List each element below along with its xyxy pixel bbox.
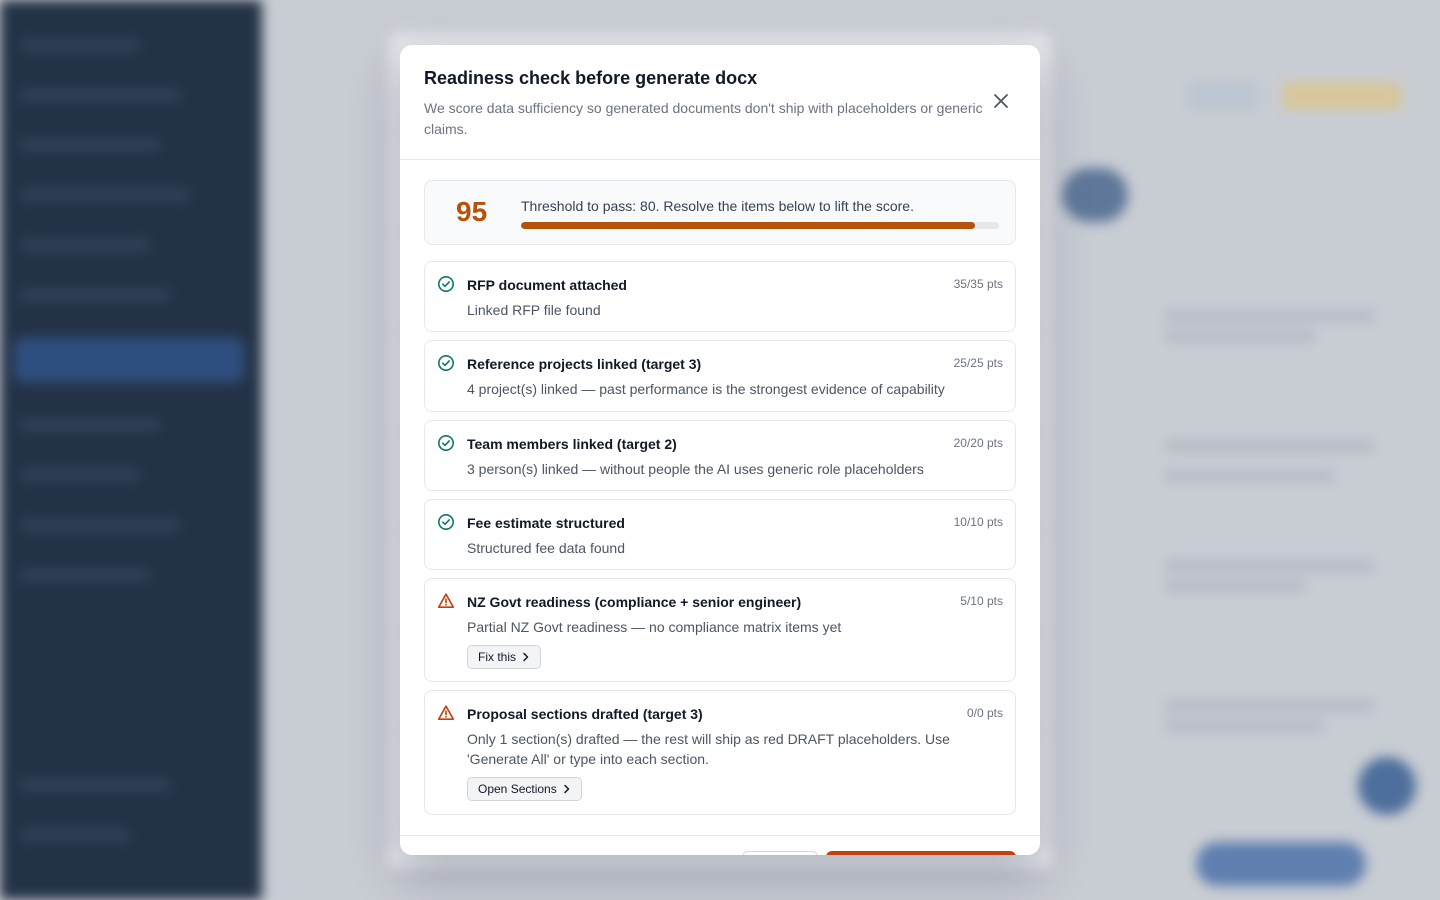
background-sidebar (0, 0, 262, 900)
checklist-item-points: 35/35 pts (953, 277, 1003, 291)
checklist-item-title: Fee estimate structured (467, 515, 625, 531)
check-circle-icon (438, 514, 454, 530)
warning-triangle-icon (437, 593, 455, 608)
readiness-threshold-text: Threshold to pass: 80. Resolve the items… (521, 198, 914, 214)
checklist-item-points: 25/25 pts (953, 356, 1003, 370)
checklist-item-rfp-document: RFP document attached 35/35 pts Linked R… (424, 261, 1016, 332)
footer-primary-button[interactable] (826, 851, 1016, 855)
checklist-item-title: Reference projects linked (target 3) (467, 356, 702, 372)
checklist-item-description: Only 1 section(s) drafted — the rest wil… (467, 731, 950, 767)
modal-subtitle: We score data sufficiency so generated d… (424, 100, 983, 137)
check-circle-icon (438, 276, 454, 292)
readiness-progress-fill (521, 222, 976, 229)
chevron-right-icon (523, 652, 529, 662)
modal-header: Readiness check before generate docx We … (400, 45, 1040, 160)
warning-triangle-icon (437, 705, 455, 720)
fix-this-button[interactable]: Fix this (467, 645, 542, 669)
modal-footer-divider (400, 835, 1040, 836)
open-sections-button[interactable]: Open Sections (467, 777, 582, 801)
checklist-item-points: 10/10 pts (953, 515, 1003, 529)
checklist-item-proposal-sections: Proposal sections drafted (target 3) 0/0… (424, 690, 1016, 815)
open-sections-label: Open Sections (478, 782, 557, 796)
check-circle-icon (438, 355, 454, 371)
chevron-right-icon (563, 784, 569, 794)
checklist-item-reference-projects: Reference projects linked (target 3) 25/… (424, 340, 1016, 412)
readiness-score-panel: 95 Threshold to pass: 80. Resolve the it… (424, 180, 1016, 245)
close-button[interactable] (990, 90, 1012, 112)
checklist-item-title: Team members linked (target 2) (467, 436, 677, 452)
check-circle-icon (438, 435, 454, 451)
fix-this-label: Fix this (478, 650, 517, 664)
checklist-item-description: 3 person(s) linked — without people the … (467, 461, 924, 477)
checklist-item-description: Linked RFP file found (467, 302, 601, 318)
checklist-item-nz-govt-readiness: NZ Govt readiness (compliance + senior e… (424, 578, 1016, 682)
checklist-item-description: Partial NZ Govt readiness — no complianc… (467, 619, 842, 635)
checklist-item-points: 0/0 pts (966, 706, 1003, 720)
checklist-item-fee-estimate: Fee estimate structured 10/10 pts Struct… (424, 499, 1016, 570)
checklist-item-description: 4 project(s) linked — past performance i… (467, 381, 945, 397)
footer-secondary-button[interactable] (742, 851, 818, 855)
modal-title: Readiness check before generate docx (424, 68, 758, 88)
readiness-progress-bar (521, 222, 999, 229)
checklist-item-description: Structured fee data found (467, 540, 625, 556)
checklist-item-title: Proposal sections drafted (target 3) (467, 706, 703, 722)
readiness-score-value: 95 (456, 196, 488, 227)
checklist-item-title: NZ Govt readiness (compliance + senior e… (467, 594, 802, 610)
close-icon (994, 94, 1008, 108)
readiness-check-modal: Readiness check before generate docx We … (400, 45, 1040, 855)
checklist-item-points: 5/10 pts (960, 594, 1003, 608)
checklist-item-team-members: Team members linked (target 2) 20/20 pts… (424, 420, 1016, 491)
checklist-item-points: 20/20 pts (953, 436, 1003, 450)
checklist-item-title: RFP document attached (467, 277, 627, 293)
